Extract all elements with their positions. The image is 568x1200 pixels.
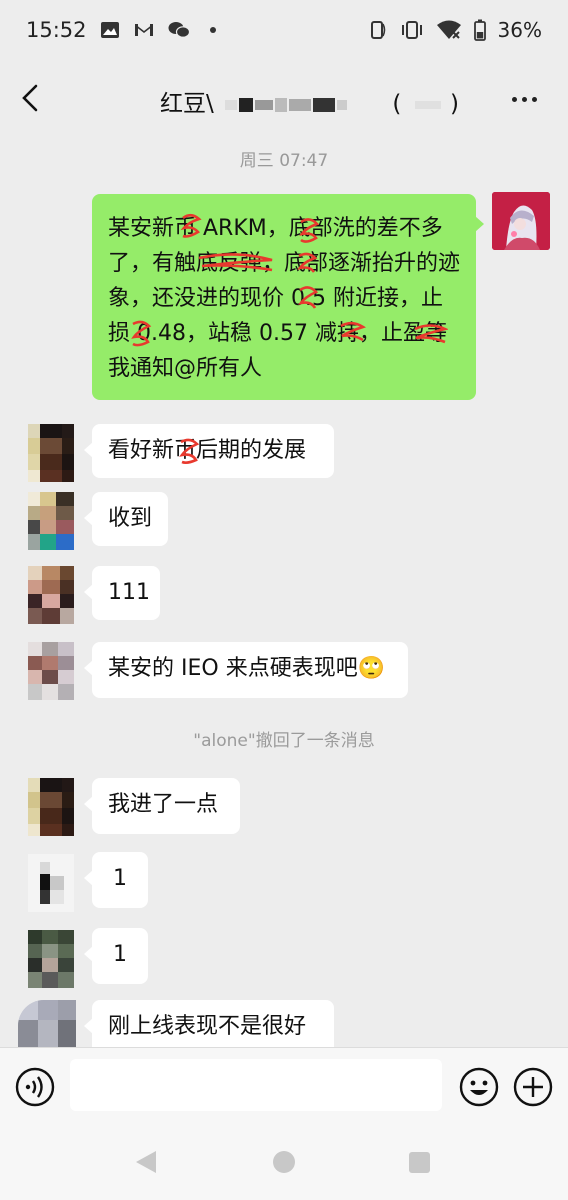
message-text: 某安的 IEO 来点硬表现吧🙄: [108, 656, 386, 681]
title-count-mosaic: [414, 100, 441, 109]
nfc-icon: [370, 21, 385, 39]
avatar[interactable]: [28, 492, 74, 550]
message-text: 刚上线表现不是很好: [108, 1014, 307, 1039]
avatar-mosaic: [28, 566, 74, 624]
avatar-mosaic: [18, 1000, 76, 1047]
notification-icons: [100, 20, 216, 40]
avatar-mosaic: [28, 778, 74, 836]
message-bubble[interactable]: 收到: [84, 492, 168, 546]
voice-icon[interactable]: [14, 1066, 56, 1108]
avatar-mosaic: [28, 930, 74, 988]
message-bubble[interactable]: 某安的 IEO 来点硬表现吧🙄: [84, 642, 408, 698]
message-bubble[interactable]: 1: [84, 928, 148, 984]
chat-title-text: 红豆\: [160, 91, 214, 117]
message-list[interactable]: 周三 07:47 某安新币 ARKM，底部洗的差不多了，有触底反弹，底部逐渐抬升…: [0, 134, 568, 1047]
message-text: 1: [113, 942, 127, 967]
gmail-icon: [135, 24, 153, 36]
message-text: 111: [108, 580, 150, 605]
more-notifications-dot: [210, 27, 216, 33]
message-text: 收到: [108, 506, 153, 531]
my-avatar-image: [492, 192, 550, 250]
nav-back-icon[interactable]: [134, 1149, 158, 1175]
nav-home-icon[interactable]: [273, 1151, 295, 1173]
input-bar: [0, 1047, 568, 1128]
message-input[interactable]: [70, 1059, 442, 1111]
message-text: 看好新币后期的发展: [108, 438, 307, 463]
avatar[interactable]: [28, 778, 74, 836]
message-timestamp: 周三 07:47: [239, 151, 329, 171]
chat-title-suffix: (: [392, 91, 402, 117]
message-bubble[interactable]: 111: [84, 566, 160, 620]
avatar-mosaic: [28, 492, 74, 550]
avatar[interactable]: [28, 930, 74, 988]
avatar[interactable]: [28, 424, 74, 482]
my-message-bubble[interactable]: 某安新币 ARKM，底部洗的差不多了，有触底反弹，底部逐渐抬升的迹象，还没进的现…: [92, 194, 484, 400]
battery-icon: [473, 19, 486, 41]
more-dots-icon[interactable]: [504, 82, 544, 116]
avatar[interactable]: [18, 1000, 76, 1047]
my-avatar[interactable]: [492, 192, 550, 250]
chat-title: 红豆\ ( ): [160, 84, 459, 118]
title-mosaic: [225, 97, 348, 112]
emoji-icon[interactable]: [458, 1066, 500, 1108]
message-bubble[interactable]: 看好新币后期的发展: [84, 424, 334, 478]
battery-percent: 36%: [497, 18, 542, 42]
avatar[interactable]: [28, 566, 74, 624]
message-bubble[interactable]: 刚上线表现不是很好: [84, 1000, 334, 1047]
wechat-icon: [168, 22, 190, 38]
chat-title-end: ): [449, 91, 459, 117]
avatar[interactable]: [28, 854, 74, 912]
avatar-mosaic: [28, 642, 74, 700]
recall-notice: "alone"撤回了一条消息: [193, 731, 375, 751]
message-text: 我进了一点: [108, 792, 219, 817]
plus-icon[interactable]: [512, 1066, 554, 1108]
system-nav-bar: [0, 1127, 568, 1200]
avatar[interactable]: [28, 642, 74, 700]
avatar-mosaic: [28, 854, 74, 912]
status-time: 15:52: [26, 18, 87, 42]
nav-recent-apps-icon[interactable]: [409, 1152, 430, 1173]
message-bubble[interactable]: 1: [84, 852, 148, 908]
my-message-text: 某安新币 ARKM，底部洗的差不多了，有触底反弹，底部逐渐抬升的迹象，还没进的现…: [108, 216, 461, 381]
avatar-mosaic: [28, 424, 74, 482]
message-bubble[interactable]: 我进了一点: [84, 778, 240, 834]
chevron-left-icon[interactable]: [12, 78, 52, 118]
message-text: 1: [113, 866, 127, 891]
status-bar: 15:52 36%: [0, 0, 568, 64]
vibrate-icon: [401, 21, 422, 39]
status-right: 36%: [366, 18, 542, 42]
chat-header: 红豆\ ( ): [0, 64, 568, 134]
gallery-icon: [101, 22, 119, 38]
wifi-icon: [436, 20, 461, 39]
